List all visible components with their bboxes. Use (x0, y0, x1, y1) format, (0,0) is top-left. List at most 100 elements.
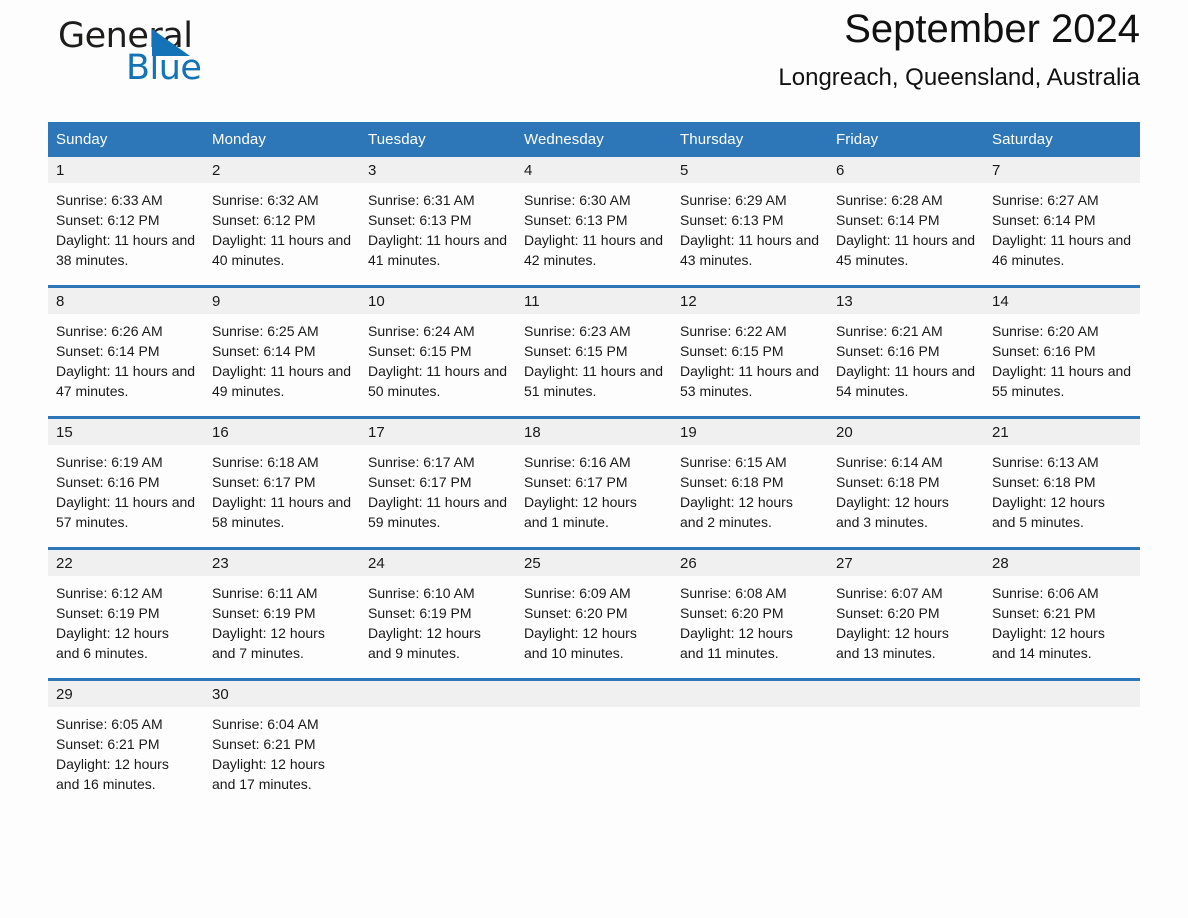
day-cell[interactable]: 3 Sunrise: 6:31 AM Sunset: 6:13 PM Daylight… (360, 157, 516, 287)
day-cell[interactable]: 8 Sunrise: 6:26 AM Sunset: 6:14 PM Daylight… (48, 285, 204, 418)
day-cell[interactable]: 4 Sunrise: 6:30 AM Sunset: 6:13 PM Daylight… (516, 157, 672, 287)
day-cell[interactable]: 16 Sunrise: 6:18 AM Sunset: 6:17 PM Dayligh… (204, 416, 360, 549)
day-cell[interactable]: 22 Sunrise: 6:12 AM Sunset: 6:19 PM Dayligh… (48, 547, 204, 680)
day-cell[interactable]: 1 Sunrise: 6:33 AM Sunset: 6:12 PM Daylight… (48, 157, 204, 287)
day-number: 14 (984, 288, 1140, 314)
day-cell[interactable]: 29 Sunrise: 6:05 AM Sunset: 6:21 PM Dayligh… (48, 678, 204, 809)
sunset-text: Sunset: 6:13 PM (368, 212, 472, 228)
calendar-week-row: 22 Sunrise: 6:12 AM Sunset: 6:19 PM Dayligh… (48, 547, 1140, 680)
sunrise-text: Sunrise: 6:28 AM (836, 192, 943, 208)
daylight-text: Daylight: 12 hours and 17 minutes. (212, 756, 325, 792)
day-cell[interactable]: 2 Sunrise: 6:32 AM Sunset: 6:12 PM Daylight… (204, 157, 360, 287)
sunset-text: Sunset: 6:18 PM (680, 474, 784, 490)
sunrise-text: Sunrise: 6:10 AM (368, 585, 475, 601)
day-number: 1 (48, 157, 204, 183)
day-cell-empty (984, 678, 1140, 809)
sunset-text: Sunset: 6:19 PM (56, 605, 160, 621)
day-cell[interactable]: 24 Sunrise: 6:10 AM Sunset: 6:19 PM Dayligh… (360, 547, 516, 680)
calendar-week-row: 29 Sunrise: 6:05 AM Sunset: 6:21 PM Dayligh… (48, 678, 1140, 809)
day-number: 30 (204, 681, 360, 707)
day-cell[interactable]: 5 Sunrise: 6:29 AM Sunset: 6:13 PM Daylight… (672, 157, 828, 287)
day-number: 24 (360, 550, 516, 576)
day-cell[interactable]: 25 Sunrise: 6:09 AM Sunset: 6:20 PM Dayligh… (516, 547, 672, 680)
day-cell[interactable]: 17 Sunrise: 6:17 AM Sunset: 6:17 PM Dayligh… (360, 416, 516, 549)
calendar-week-row: 8 Sunrise: 6:26 AM Sunset: 6:14 PM Daylight… (48, 285, 1140, 418)
sunrise-text: Sunrise: 6:19 AM (56, 454, 163, 470)
day-number: 4 (516, 157, 672, 183)
day-number: 11 (516, 288, 672, 314)
day-cell[interactable]: 19 Sunrise: 6:15 AM Sunset: 6:18 PM Dayligh… (672, 416, 828, 549)
day-number: 10 (360, 288, 516, 314)
day-cell[interactable]: 11 Sunrise: 6:23 AM Sunset: 6:15 PM Dayligh… (516, 285, 672, 418)
sunset-text: Sunset: 6:14 PM (992, 212, 1096, 228)
day-cell[interactable]: 9 Sunrise: 6:25 AM Sunset: 6:14 PM Daylight… (204, 285, 360, 418)
daylight-text: Daylight: 12 hours and 6 minutes. (56, 625, 169, 661)
daylight-text: Daylight: 12 hours and 10 minutes. (524, 625, 637, 661)
calendar-header-row: Sunday Monday Tuesday Wednesday Thursday… (48, 122, 1140, 157)
day-cell-empty (516, 678, 672, 809)
title-block: September 2024 Longreach, Queensland, Au… (778, 0, 1140, 93)
day-cell[interactable]: 21 Sunrise: 6:13 AM Sunset: 6:18 PM Dayligh… (984, 416, 1140, 549)
page-title: September 2024 (844, 7, 1140, 51)
day-number: 25 (516, 550, 672, 576)
day-cell[interactable]: 13 Sunrise: 6:21 AM Sunset: 6:16 PM Dayligh… (828, 285, 984, 418)
day-number: 2 (204, 157, 360, 183)
sunrise-text: Sunrise: 6:07 AM (836, 585, 943, 601)
day-number: 19 (672, 419, 828, 445)
day-number: 23 (204, 550, 360, 576)
sunrise-text: Sunrise: 6:11 AM (212, 585, 318, 601)
day-cell[interactable]: 30 Sunrise: 6:04 AM Sunset: 6:21 PM Dayligh… (204, 678, 360, 809)
day-number: 17 (360, 419, 516, 445)
sunrise-text: Sunrise: 6:06 AM (992, 585, 1099, 601)
day-cell[interactable]: 15 Sunrise: 6:19 AM Sunset: 6:16 PM Dayligh… (48, 416, 204, 549)
day-cell[interactable]: 6 Sunrise: 6:28 AM Sunset: 6:14 PM Daylight… (828, 157, 984, 287)
day-number: 29 (48, 681, 204, 707)
day-number (984, 681, 1140, 707)
day-cell[interactable]: 27 Sunrise: 6:07 AM Sunset: 6:20 PM Dayligh… (828, 547, 984, 680)
sunset-text: Sunset: 6:15 PM (524, 343, 628, 359)
sunrise-text: Sunrise: 6:16 AM (524, 454, 631, 470)
daylight-text: Daylight: 11 hours and 58 minutes. (212, 494, 352, 530)
daylight-text: Daylight: 11 hours and 55 minutes. (992, 363, 1132, 399)
sunset-text: Sunset: 6:14 PM (212, 343, 316, 359)
sunrise-text: Sunrise: 6:23 AM (524, 323, 631, 339)
day-number: 12 (672, 288, 828, 314)
day-cell[interactable]: 28 Sunrise: 6:06 AM Sunset: 6:21 PM Dayligh… (984, 547, 1140, 680)
sunset-text: Sunset: 6:15 PM (368, 343, 472, 359)
daylight-text: Daylight: 11 hours and 54 minutes. (836, 363, 976, 399)
sunrise-text: Sunrise: 6:33 AM (56, 192, 163, 208)
weekday-header-monday: Monday (204, 122, 360, 157)
daylight-text: Daylight: 11 hours and 53 minutes. (680, 363, 820, 399)
day-cell[interactable]: 23 Sunrise: 6:11 AM Sunset: 6:19 PM Dayligh… (204, 547, 360, 680)
sunset-text: Sunset: 6:21 PM (992, 605, 1096, 621)
day-cell[interactable]: 20 Sunrise: 6:14 AM Sunset: 6:18 PM Dayligh… (828, 416, 984, 549)
day-cell[interactable]: 14 Sunrise: 6:20 AM Sunset: 6:16 PM Dayligh… (984, 285, 1140, 418)
sunrise-text: Sunrise: 6:17 AM (368, 454, 475, 470)
daylight-text: Daylight: 12 hours and 14 minutes. (992, 625, 1105, 661)
sunrise-text: Sunrise: 6:24 AM (368, 323, 475, 339)
day-cell[interactable]: 12 Sunrise: 6:22 AM Sunset: 6:15 PM Dayligh… (672, 285, 828, 418)
sunrise-text: Sunrise: 6:13 AM (992, 454, 1099, 470)
sunrise-text: Sunrise: 6:31 AM (368, 192, 475, 208)
sunset-text: Sunset: 6:21 PM (212, 736, 316, 752)
day-cell[interactable]: 26 Sunrise: 6:08 AM Sunset: 6:20 PM Dayligh… (672, 547, 828, 680)
sunset-text: Sunset: 6:19 PM (212, 605, 316, 621)
sunset-text: Sunset: 6:21 PM (56, 736, 160, 752)
day-cell-empty (360, 678, 516, 809)
day-number: 15 (48, 419, 204, 445)
day-cell[interactable]: 10 Sunrise: 6:24 AM Sunset: 6:15 PM Dayligh… (360, 285, 516, 418)
sunset-text: Sunset: 6:20 PM (836, 605, 940, 621)
sunset-text: Sunset: 6:14 PM (56, 343, 160, 359)
daylight-text: Daylight: 12 hours and 9 minutes. (368, 625, 481, 661)
sunrise-text: Sunrise: 6:21 AM (836, 323, 943, 339)
day-cell[interactable]: 18 Sunrise: 6:16 AM Sunset: 6:17 PM Dayligh… (516, 416, 672, 549)
day-number: 16 (204, 419, 360, 445)
day-number: 22 (48, 550, 204, 576)
day-cell[interactable]: 7 Sunrise: 6:27 AM Sunset: 6:14 PM Daylight… (984, 157, 1140, 287)
sunrise-text: Sunrise: 6:26 AM (56, 323, 163, 339)
sunset-text: Sunset: 6:12 PM (212, 212, 316, 228)
day-number: 8 (48, 288, 204, 314)
generalblue-logo[interactable]: General Blue (48, 16, 208, 88)
sunset-text: Sunset: 6:15 PM (680, 343, 784, 359)
sunset-text: Sunset: 6:12 PM (56, 212, 160, 228)
